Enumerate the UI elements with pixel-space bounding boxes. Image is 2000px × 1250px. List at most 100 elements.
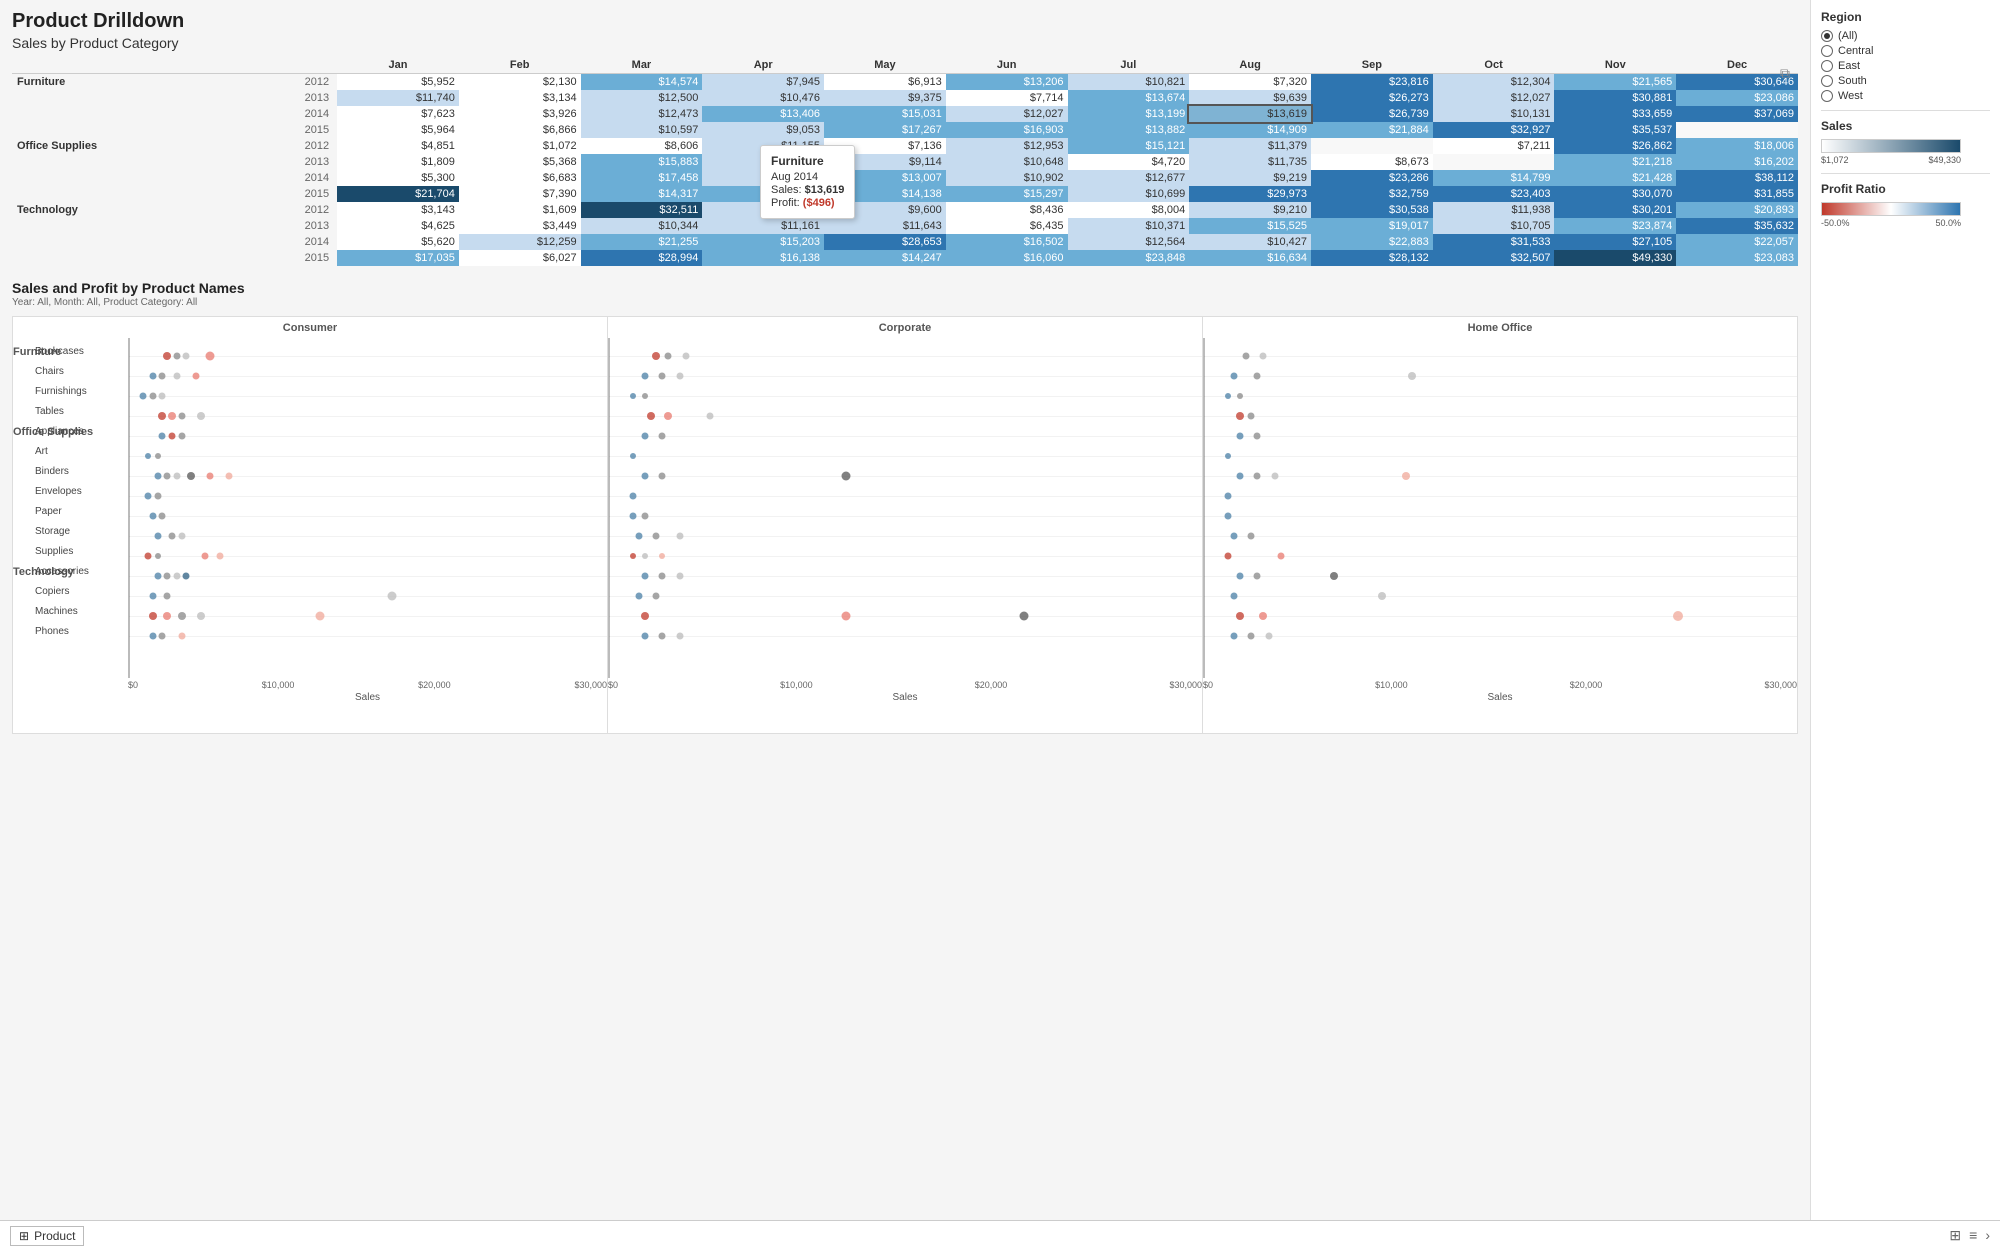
cell-0-1-7[interactable]: $9,639	[1189, 90, 1311, 106]
cell-2-2-8[interactable]: $22,883	[1311, 234, 1433, 250]
cell-0-0-8[interactable]: $23,816	[1311, 74, 1433, 91]
cell-1-1-5[interactable]: $10,648	[946, 154, 1068, 170]
cell-1-3-7[interactable]: $29,973	[1189, 186, 1311, 202]
cell-0-1-11[interactable]: $23,086	[1676, 90, 1798, 106]
cell-2-0-7[interactable]: $9,210	[1189, 202, 1311, 218]
cell-1-1-11[interactable]: $16,202	[1676, 154, 1798, 170]
cell-1-3-6[interactable]: $10,699	[1068, 186, 1190, 202]
cell-2-3-8[interactable]: $28,132	[1311, 250, 1433, 266]
cell-1-3-1[interactable]: $7,390	[459, 186, 581, 202]
cell-0-3-4[interactable]: $17,267	[824, 122, 946, 138]
cell-1-1-4[interactable]: $9,114	[824, 154, 946, 170]
cell-1-2-5[interactable]: $10,902	[946, 170, 1068, 186]
cell-1-1-8[interactable]: $8,673	[1311, 154, 1433, 170]
cell-0-3-8[interactable]: $21,884	[1311, 122, 1433, 138]
cell-2-1-2[interactable]: $10,344	[581, 218, 703, 234]
cell-1-3-2[interactable]: $14,317	[581, 186, 703, 202]
cell-0-1-6[interactable]: $13,674	[1068, 90, 1190, 106]
cell-2-2-5[interactable]: $16,502	[946, 234, 1068, 250]
cell-2-1-0[interactable]: $4,625	[337, 218, 459, 234]
cell-0-3-0[interactable]: $5,964	[337, 122, 459, 138]
cell-2-2-7[interactable]: $10,427	[1189, 234, 1311, 250]
cell-1-1-1[interactable]: $5,368	[459, 154, 581, 170]
cell-0-0-1[interactable]: $2,130	[459, 74, 581, 91]
cell-0-2-4[interactable]: $15,031	[824, 106, 946, 122]
cell-2-0-0[interactable]: $3,143	[337, 202, 459, 218]
cell-1-0-6[interactable]: $15,121	[1068, 138, 1190, 154]
cell-0-0-3[interactable]: $7,945	[702, 74, 824, 91]
cell-1-1-9[interactable]	[1433, 154, 1555, 170]
cell-0-3-6[interactable]: $13,882	[1068, 122, 1190, 138]
cell-2-3-6[interactable]: $23,848	[1068, 250, 1190, 266]
cell-1-0-2[interactable]: $8,606	[581, 138, 703, 154]
cell-0-2-9[interactable]: $10,131	[1433, 106, 1555, 122]
cell-0-3-7[interactable]: $14,909	[1189, 122, 1311, 138]
cell-1-0-5[interactable]: $12,953	[946, 138, 1068, 154]
cell-1-2-11[interactable]: $38,112	[1676, 170, 1798, 186]
cell-0-3-3[interactable]: $9,053	[702, 122, 824, 138]
right-icon[interactable]: ›	[1985, 1227, 1990, 1244]
cell-0-1-10[interactable]: $30,881	[1554, 90, 1676, 106]
cell-2-1-3[interactable]: $11,161	[702, 218, 824, 234]
cell-0-0-5[interactable]: $13,206	[946, 74, 1068, 91]
region-option-0[interactable]: (All)	[1821, 30, 1990, 42]
cell-0-1-9[interactable]: $12,027	[1433, 90, 1555, 106]
cell-2-3-1[interactable]: $6,027	[459, 250, 581, 266]
cell-2-2-4[interactable]: $28,653	[824, 234, 946, 250]
cell-2-2-1[interactable]: $12,259	[459, 234, 581, 250]
cell-1-2-7[interactable]: $9,219	[1189, 170, 1311, 186]
cell-1-0-8[interactable]	[1311, 138, 1433, 154]
cell-0-2-7[interactable]: $13,619	[1189, 106, 1311, 122]
cell-2-0-6[interactable]: $8,004	[1068, 202, 1190, 218]
cell-2-0-3[interactable]: $9,195	[702, 202, 824, 218]
cell-0-0-7[interactable]: $7,320	[1189, 74, 1311, 91]
cell-0-3-2[interactable]: $10,597	[581, 122, 703, 138]
cell-0-2-1[interactable]: $3,926	[459, 106, 581, 122]
cell-1-2-4[interactable]: $13,007	[824, 170, 946, 186]
cell-1-1-6[interactable]: $4,720	[1068, 154, 1190, 170]
cell-1-3-10[interactable]: $30,070	[1554, 186, 1676, 202]
cell-1-3-0[interactable]: $21,704	[337, 186, 459, 202]
cell-1-2-1[interactable]: $6,683	[459, 170, 581, 186]
cell-1-2-10[interactable]: $21,428	[1554, 170, 1676, 186]
cell-0-1-4[interactable]: $9,375	[824, 90, 946, 106]
cell-1-0-0[interactable]: $4,851	[337, 138, 459, 154]
cell-2-2-9[interactable]: $31,533	[1433, 234, 1555, 250]
cell-1-3-11[interactable]: $31,855	[1676, 186, 1798, 202]
cell-1-2-6[interactable]: $12,677	[1068, 170, 1190, 186]
cell-2-2-11[interactable]: $22,057	[1676, 234, 1798, 250]
cell-2-3-4[interactable]: $14,247	[824, 250, 946, 266]
cell-0-2-0[interactable]: $7,623	[337, 106, 459, 122]
cell-0-2-8[interactable]: $26,739	[1311, 106, 1433, 122]
cell-1-2-3[interactable]: $10,640	[702, 170, 824, 186]
cell-2-3-9[interactable]: $32,507	[1433, 250, 1555, 266]
cell-0-3-5[interactable]: $16,903	[946, 122, 1068, 138]
cell-2-0-8[interactable]: $30,538	[1311, 202, 1433, 218]
cell-2-1-4[interactable]: $11,643	[824, 218, 946, 234]
cell-2-2-6[interactable]: $12,564	[1068, 234, 1190, 250]
cell-0-3-11[interactable]	[1676, 122, 1798, 138]
cell-1-0-4[interactable]: $7,136	[824, 138, 946, 154]
cell-1-1-0[interactable]: $1,809	[337, 154, 459, 170]
cell-1-2-0[interactable]: $5,300	[337, 170, 459, 186]
cell-1-3-9[interactable]: $23,403	[1433, 186, 1555, 202]
region-option-4[interactable]: West	[1821, 90, 1990, 102]
cell-1-1-10[interactable]: $21,218	[1554, 154, 1676, 170]
cell-2-0-1[interactable]: $1,609	[459, 202, 581, 218]
cell-1-0-10[interactable]: $26,862	[1554, 138, 1676, 154]
cell-1-1-3[interactable]: $12,559	[702, 154, 824, 170]
cell-0-2-6[interactable]: $13,199	[1068, 106, 1190, 122]
cell-2-0-10[interactable]: $30,201	[1554, 202, 1676, 218]
cell-2-1-1[interactable]: $3,449	[459, 218, 581, 234]
cell-2-1-6[interactable]: $10,371	[1068, 218, 1190, 234]
cell-2-3-2[interactable]: $28,994	[581, 250, 703, 266]
cell-1-1-2[interactable]: $15,883	[581, 154, 703, 170]
cell-0-1-2[interactable]: $12,500	[581, 90, 703, 106]
cell-0-2-3[interactable]: $13,406	[702, 106, 824, 122]
cell-2-2-10[interactable]: $27,105	[1554, 234, 1676, 250]
cell-2-1-10[interactable]: $23,874	[1554, 218, 1676, 234]
cell-2-2-0[interactable]: $5,620	[337, 234, 459, 250]
cell-0-1-0[interactable]: $11,740	[337, 90, 459, 106]
cell-2-0-5[interactable]: $8,436	[946, 202, 1068, 218]
cell-2-0-11[interactable]: $20,893	[1676, 202, 1798, 218]
